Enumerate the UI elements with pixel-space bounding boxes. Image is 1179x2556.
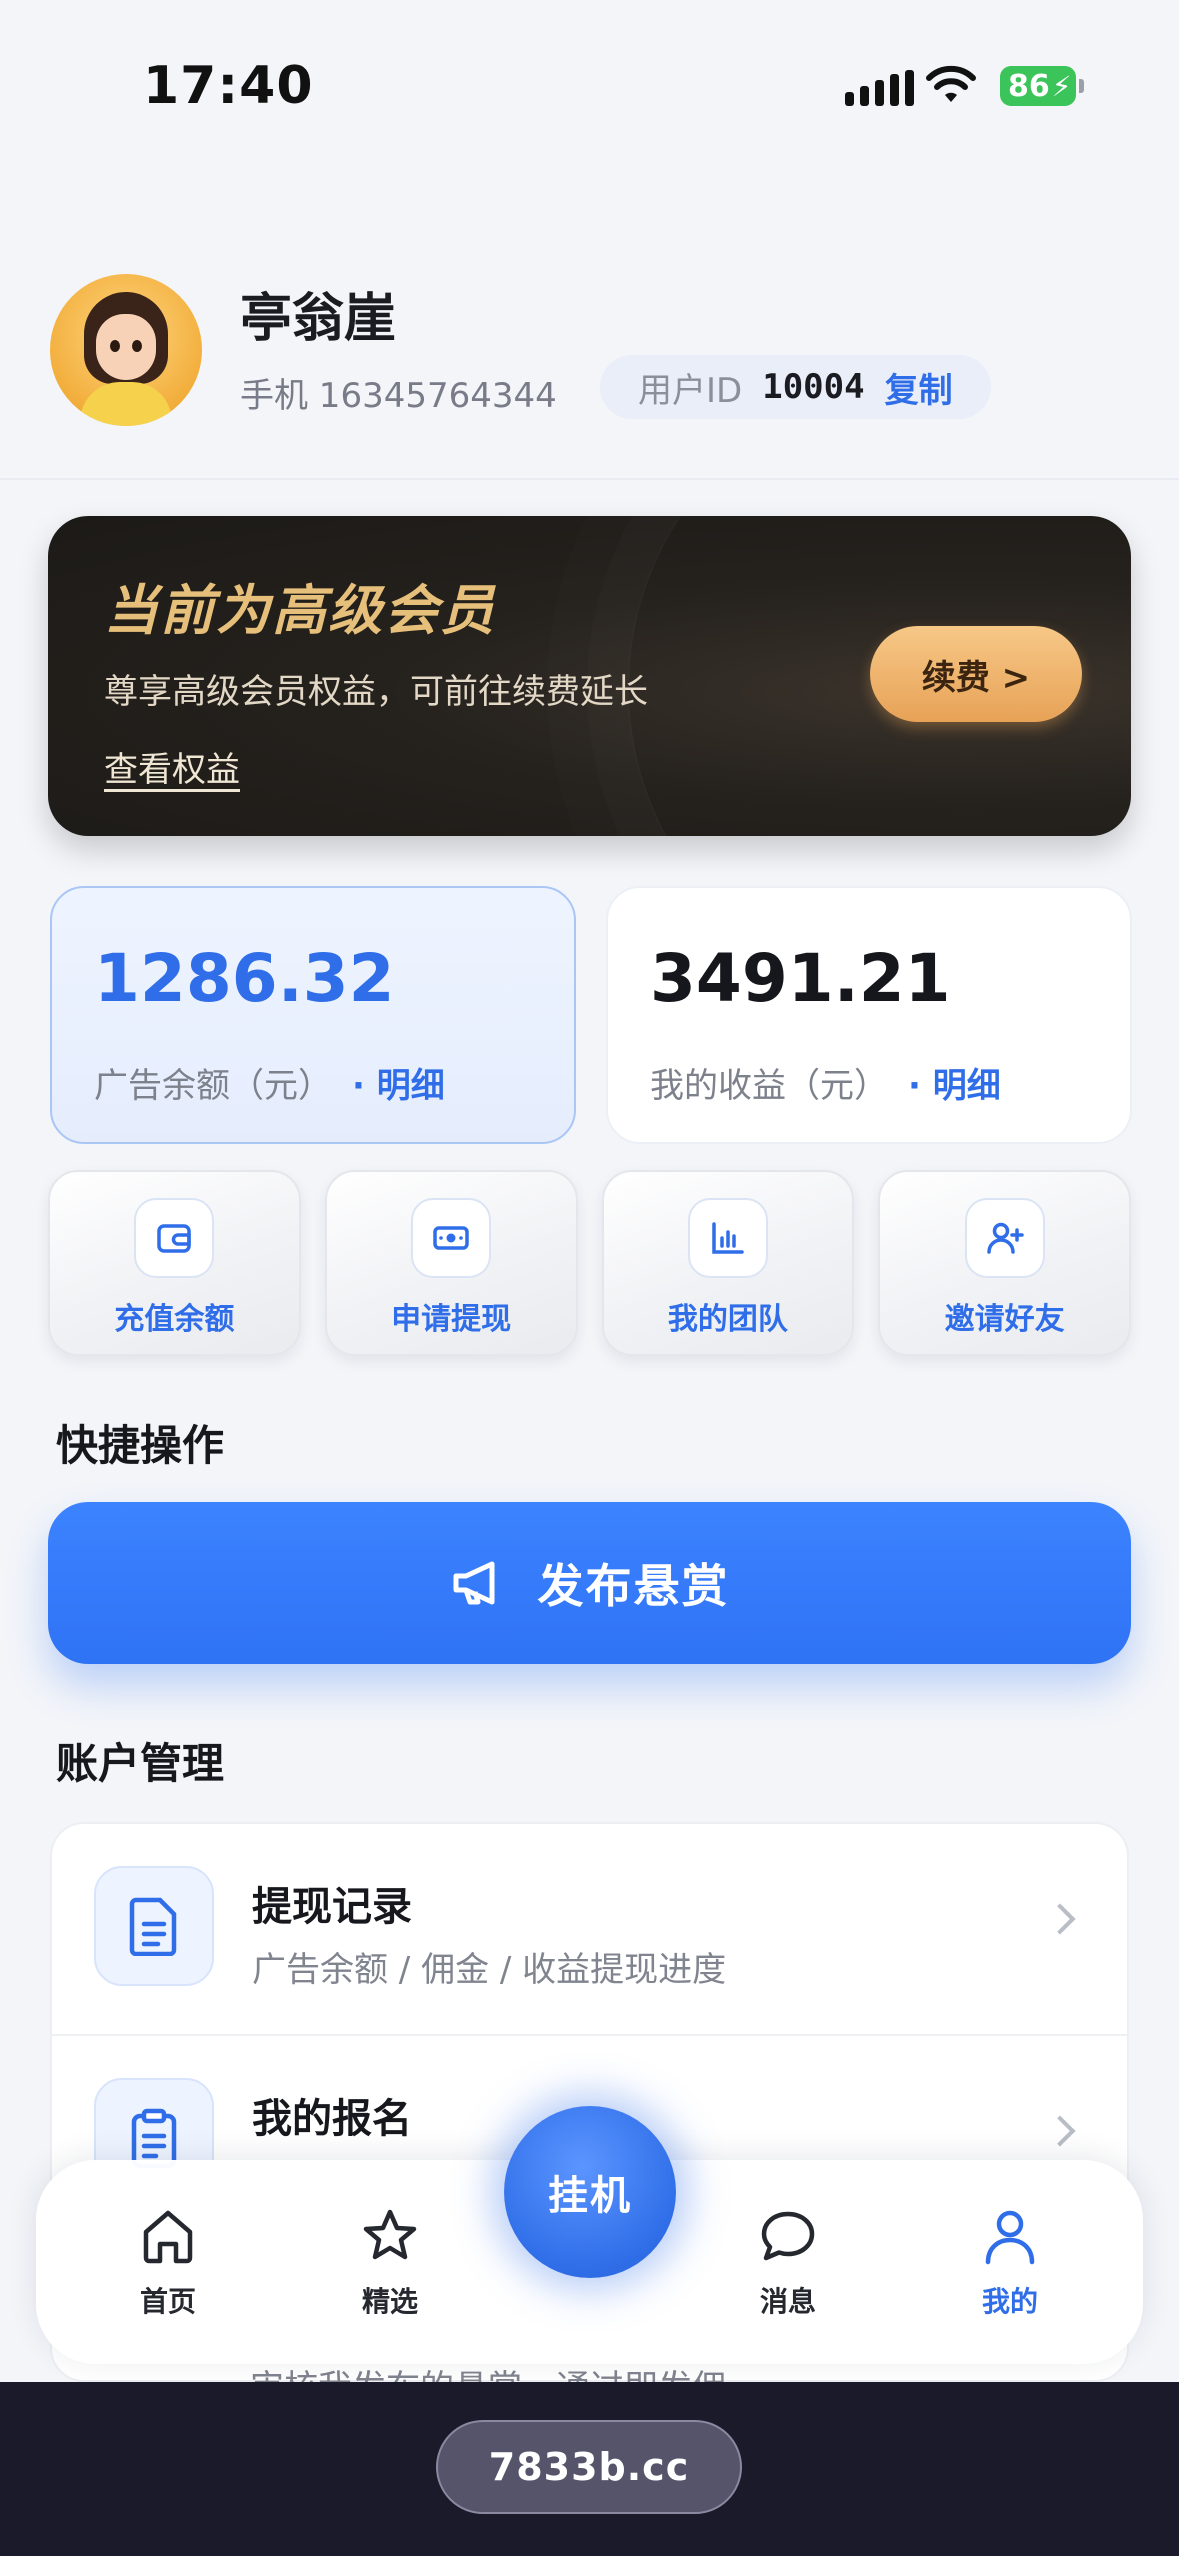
publish-bounty-label: 发布悬赏 [537, 1559, 730, 1613]
publish-bounty-button[interactable]: 发布悬赏 [48, 1502, 1131, 1664]
wifi-icon [926, 65, 976, 102]
list-item-subtitle: 广告余额 / 佣金 / 收益提现进度 [252, 1950, 727, 1990]
quick-actions-title: 快捷操作 [56, 1421, 225, 1470]
bar-chart-icon [687, 1198, 768, 1278]
ad-balance-detail-link[interactable]: · 明细 [352, 1058, 445, 1107]
action-grid: 充值余额 申请提现 我的团队 邀请好友 [48, 1170, 1131, 1356]
status-time: 17:40 [143, 56, 314, 116]
income-label: 我的收益（元） [650, 1066, 888, 1106]
tab-picks[interactable]: 精选 [320, 2204, 460, 2320]
tab-messages[interactable]: 消息 [718, 2204, 858, 2320]
footer-banner: 7833b.cc [0, 2382, 1179, 2556]
copy-id-button[interactable]: 复制 [885, 363, 953, 412]
tab-mine[interactable]: 我的 [940, 2204, 1080, 2320]
ad-balance-label: 广告余额（元） [94, 1066, 332, 1106]
wallet-icon [134, 1198, 215, 1278]
membership-title: 当前为高级会员 [104, 579, 496, 642]
hangup-center-button[interactable]: 挂机 [504, 2106, 676, 2278]
avatar[interactable] [50, 274, 202, 426]
list-item-title: 提现记录 [252, 1884, 412, 1930]
account-management-title: 账户管理 [56, 1739, 225, 1788]
megaphone-icon [453, 1561, 494, 1605]
membership-description: 尊享高级会员权益，可前往续费延长 [104, 672, 648, 712]
home-icon [143, 2210, 193, 2264]
tab-messages-label: 消息 [759, 2285, 816, 2318]
profile-header: 亭翁崖 手机 16345764344 用户ID 10004 复制 [0, 240, 1179, 480]
user-name: 亭翁崖 [240, 289, 397, 349]
battery-level: 86 [1008, 68, 1050, 104]
my-team-button[interactable]: 我的团队 [601, 1170, 855, 1356]
ad-balance-card[interactable]: 1286.32 广告余额（元） · 明细 [50, 886, 576, 1144]
withdraw-records-item[interactable]: 提现记录 广告余额 / 佣金 / 收益提现进度 [52, 1824, 1127, 2034]
action-label: 申请提现 [391, 1302, 512, 1337]
tab-home[interactable]: 首页 [98, 2204, 238, 2320]
user-id-pill: 用户ID 10004 复制 [600, 355, 991, 419]
cash-icon [411, 1198, 492, 1278]
income-detail-link[interactable]: · 明细 [908, 1058, 1001, 1107]
chat-bubble-icon [761, 2211, 815, 2261]
recharge-balance-button[interactable]: 充值余额 [48, 1170, 301, 1356]
membership-card: 当前为高级会员 尊享高级会员权益，可前往续费延长 查看权益 续费 > [48, 516, 1131, 836]
add-user-icon [964, 1198, 1045, 1278]
battery-indicator: 86 ⚡ [1000, 66, 1084, 106]
chevron-right-icon [1044, 2115, 1076, 2147]
income-value: 3491.21 [650, 940, 951, 1017]
user-id-label: 用户ID [638, 370, 743, 411]
user-phone: 手机 16345764344 [240, 376, 557, 416]
view-benefits-link[interactable]: 查看权益 [104, 742, 240, 791]
cellular-signal-icon [845, 70, 914, 106]
income-card[interactable]: 3491.21 我的收益（元） · 明细 [606, 886, 1132, 1144]
charging-bolt-icon: ⚡ [1051, 69, 1072, 103]
document-icon [94, 1866, 214, 1986]
renew-button[interactable]: 续费 > [870, 626, 1082, 722]
star-icon [363, 2209, 417, 2260]
domain-pill[interactable]: 7833b.cc [436, 2420, 742, 2514]
user-id-value: 10004 [762, 367, 865, 407]
status-bar: 17:40 86 ⚡ [0, 0, 1179, 160]
action-label: 我的团队 [667, 1302, 788, 1337]
action-label: 充值余额 [114, 1302, 235, 1337]
chevron-right-icon [1044, 1903, 1076, 1935]
tab-picks-label: 精选 [361, 2285, 418, 2318]
withdraw-button[interactable]: 申请提现 [324, 1170, 578, 1356]
action-label: 邀请好友 [944, 1302, 1065, 1337]
list-item-title: 我的报名 [252, 2096, 412, 2142]
tab-mine-label: 我的 [981, 2285, 1038, 2318]
invite-friends-button[interactable]: 邀请好友 [878, 1170, 1131, 1356]
ad-balance-value: 1286.32 [94, 940, 395, 1017]
user-icon [985, 2210, 1035, 2265]
tab-home-label: 首页 [139, 2285, 196, 2318]
